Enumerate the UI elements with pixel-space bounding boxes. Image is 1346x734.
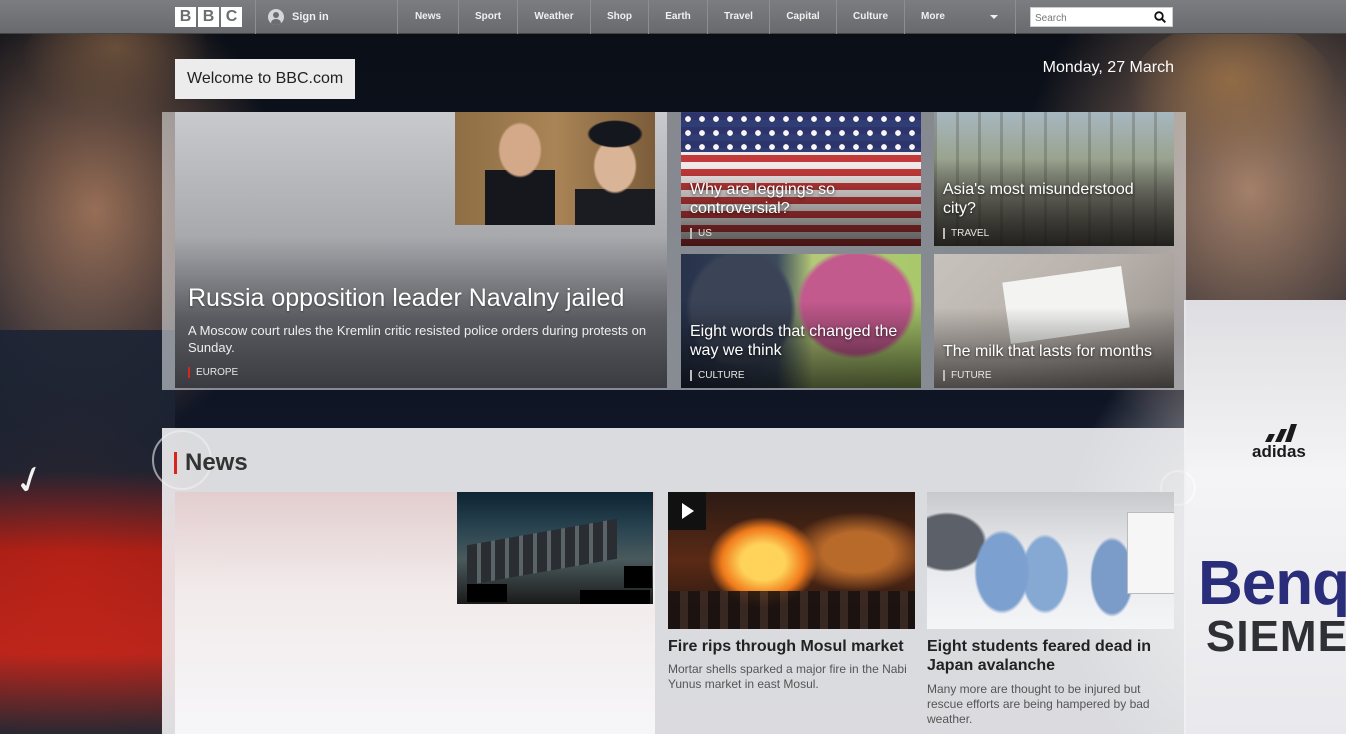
image-redaction-block	[624, 566, 652, 588]
signin-button[interactable]: Sign in	[268, 9, 329, 25]
story-summary-mosul: Mortar shells sparked a major fire in th…	[668, 662, 907, 691]
adidas-logo-icon	[1265, 424, 1297, 442]
chevron-down-icon[interactable]	[990, 15, 998, 19]
search-icon[interactable]	[1154, 11, 1166, 23]
lead-story-title[interactable]: Russia opposition leader Navalny jailed	[188, 284, 658, 313]
story-summary-japan: Many more are thought to be injured but …	[927, 682, 1150, 726]
story-title-mosul[interactable]: Fire rips through Mosul market	[668, 637, 915, 656]
siemens-wordmark: SIEMENS	[1206, 612, 1346, 661]
nav-item-shop[interactable]: Shop	[591, 0, 648, 34]
adidas-wordmark: adidas	[1252, 442, 1306, 461]
top-navigation-bar: B B C Sign in News Sport Weather Shop Ea…	[0, 0, 1346, 34]
welcome-banner: Welcome to BBC.com	[175, 59, 355, 99]
nav-item-earth[interactable]: Earth	[649, 0, 707, 34]
lead-story-image[interactable]	[455, 112, 655, 225]
card-tag[interactable]: FUTURE	[943, 370, 992, 381]
benq-wordmark: Benq	[1198, 549, 1346, 618]
bbc-logo[interactable]: B B C	[175, 7, 242, 27]
image-redaction-block	[580, 590, 650, 604]
nav-divider	[1015, 0, 1016, 34]
user-icon	[268, 9, 284, 25]
news-section-heading[interactable]: News	[174, 451, 248, 475]
search-box	[1030, 7, 1173, 28]
story-image-japan-avalanche[interactable]	[927, 492, 1174, 629]
nav-divider	[255, 0, 256, 34]
card-tag[interactable]: US	[690, 228, 712, 239]
search-input[interactable]	[1031, 9, 1149, 28]
play-video-icon[interactable]	[668, 492, 706, 530]
background-right-shirt	[1184, 300, 1346, 734]
card-title: Why are leggings so controversial?	[690, 181, 835, 217]
signin-label: Sign in	[292, 11, 329, 23]
lead-story-summary: A Moscow court rules the Kremlin critic …	[188, 323, 647, 355]
story-card-milk[interactable]: The milk that lasts for months FUTURE	[934, 254, 1174, 388]
card-title: The milk that lasts for months	[943, 343, 1152, 360]
card-tag[interactable]: CULTURE	[690, 370, 744, 381]
card-tag[interactable]: TRAVEL	[943, 228, 989, 239]
story-title-japan[interactable]: Eight students feared dead in Japan aval…	[927, 637, 1174, 675]
nav-item-capital[interactable]: Capital	[770, 0, 836, 34]
image-redaction-block	[467, 584, 507, 602]
story-card-leggings[interactable]: Why are leggings so controversial? US	[681, 112, 921, 246]
lead-story-tag[interactable]: EUROPE	[188, 367, 238, 378]
date-label: Monday, 27 March	[1042, 59, 1174, 76]
logo-letter-b1: B	[175, 7, 196, 27]
logo-letter-b2: B	[198, 7, 219, 27]
nav-item-sport[interactable]: Sport	[459, 0, 517, 34]
nav-item-weather[interactable]: Weather	[518, 0, 590, 34]
nav-item-culture[interactable]: Culture	[837, 0, 904, 34]
nav-item-travel[interactable]: Travel	[708, 0, 769, 34]
story-card-eight-words[interactable]: Eight words that changed the way we thin…	[681, 254, 921, 388]
story-card-asia-city[interactable]: Asia's most misunderstood city? TRAVEL	[934, 112, 1174, 246]
nav-item-more[interactable]: More	[905, 0, 961, 34]
lead-image-person-2	[575, 114, 655, 225]
logo-letter-c: C	[221, 7, 242, 27]
card-title: Asia's most misunderstood city?	[943, 181, 1134, 217]
background-left-jacket	[0, 330, 175, 734]
card-title: Eight words that changed the way we thin…	[690, 323, 898, 359]
nav-item-news[interactable]: News	[398, 0, 458, 34]
lead-image-person-1	[485, 120, 555, 225]
